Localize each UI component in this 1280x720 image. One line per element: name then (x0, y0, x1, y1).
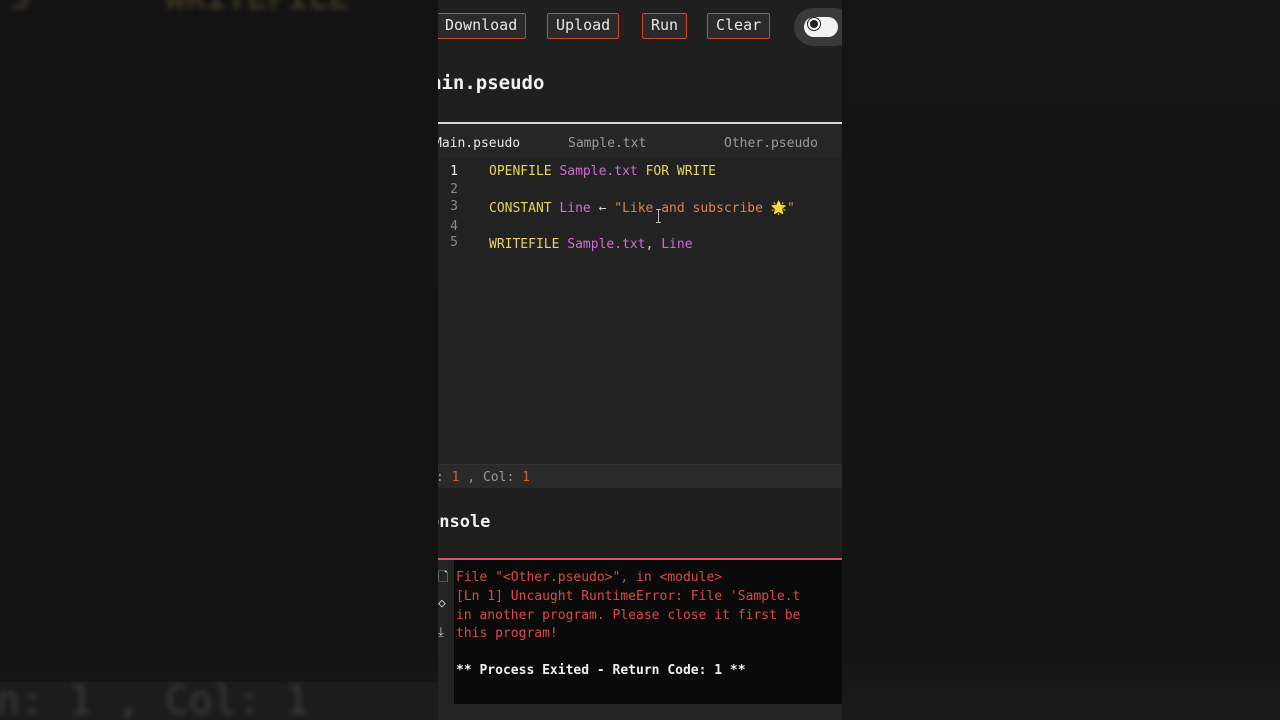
line-number: 3 (450, 199, 458, 214)
line-number: 1 (450, 164, 458, 179)
code-line: 1 OPENFILE Sample.txt FOR WRITE (438, 164, 842, 182)
console-title: onsole (438, 512, 491, 532)
background-blur-digit: 5 (10, 0, 30, 18)
line-number: 5 (450, 235, 458, 250)
background-left: 5 WRITEFILE (0, 0, 438, 720)
tab-main-pseudo[interactable]: Main.pseudo (438, 136, 520, 151)
code-editor[interactable]: Main.pseudo Sample.txt Other.pseudo 1 OP… (438, 122, 842, 488)
theme-toggle[interactable] (794, 8, 842, 46)
toolbar: Download Upload Run Clear (438, 0, 842, 54)
sun-icon (810, 20, 818, 28)
code-line: 5 WRITEFILE Sample.txt, Line (438, 235, 842, 255)
file-title: ain.pseudo (438, 72, 545, 94)
editor-tabs: Main.pseudo Sample.txt Other.pseudo (438, 124, 842, 158)
file-icon[interactable]: 🗋 (438, 568, 448, 590)
clear-button[interactable]: Clear (707, 13, 771, 39)
tab-other-pseudo[interactable]: Other.pseudo (724, 136, 818, 151)
code-text: CONSTANT Line ← "Like and subscribe 🌟" (489, 201, 795, 216)
cursor-position: : 1 , Col: 1 (438, 470, 530, 485)
editor-statusbar: : 1 , Col: 1 (438, 464, 842, 488)
code-line: 2 (438, 182, 842, 200)
eraser-icon[interactable]: ◇ (438, 596, 446, 611)
process-exit-message: ** Process Exited - Return Code: 1 ** (456, 663, 746, 678)
console-sidebar: 🗋 ◇ ⤓ (438, 560, 454, 704)
text-cursor-icon (656, 209, 661, 223)
code-line: 3 CONSTANT Line ← "Like and subscribe 🌟" (438, 199, 842, 219)
download-button[interactable]: Download (438, 13, 527, 39)
tab-sample-txt[interactable]: Sample.txt (568, 136, 646, 151)
theme-toggle-knob (804, 17, 838, 37)
bottom-strip (438, 704, 842, 720)
background-blur-text: WRITEFILE (165, 0, 349, 18)
run-button[interactable]: Run (642, 13, 688, 39)
line-number: 4 (450, 219, 458, 234)
console-line: [Ln 1] Uncaught RuntimeError: File 'Samp… (456, 589, 801, 604)
background-blur-statusbar: n: 1 , Col: 1 (0, 682, 438, 720)
console-panel: 🗋 ◇ ⤓ File "<Other.pseudo>", in <module>… (438, 558, 842, 704)
console-line: in another program. Please close it firs… (456, 608, 801, 623)
ide-window: Download Upload Run Clear ain.pseudo Mai… (438, 0, 842, 720)
download-icon[interactable]: ⤓ (438, 625, 444, 640)
upload-button[interactable]: Upload (547, 13, 620, 39)
code-text: WRITEFILE Sample.txt, Line (489, 237, 693, 252)
line-number: 2 (450, 182, 458, 197)
background-blur-status-text: n: 1 , Col: 1 (0, 682, 310, 720)
console-line: File "<Other.pseudo>", in <module> (456, 570, 723, 585)
code-text: OPENFILE Sample.txt FOR WRITE (489, 164, 717, 179)
code-line: 4 (438, 219, 842, 237)
console-line: this program! (456, 626, 558, 641)
background-right (842, 0, 1280, 720)
